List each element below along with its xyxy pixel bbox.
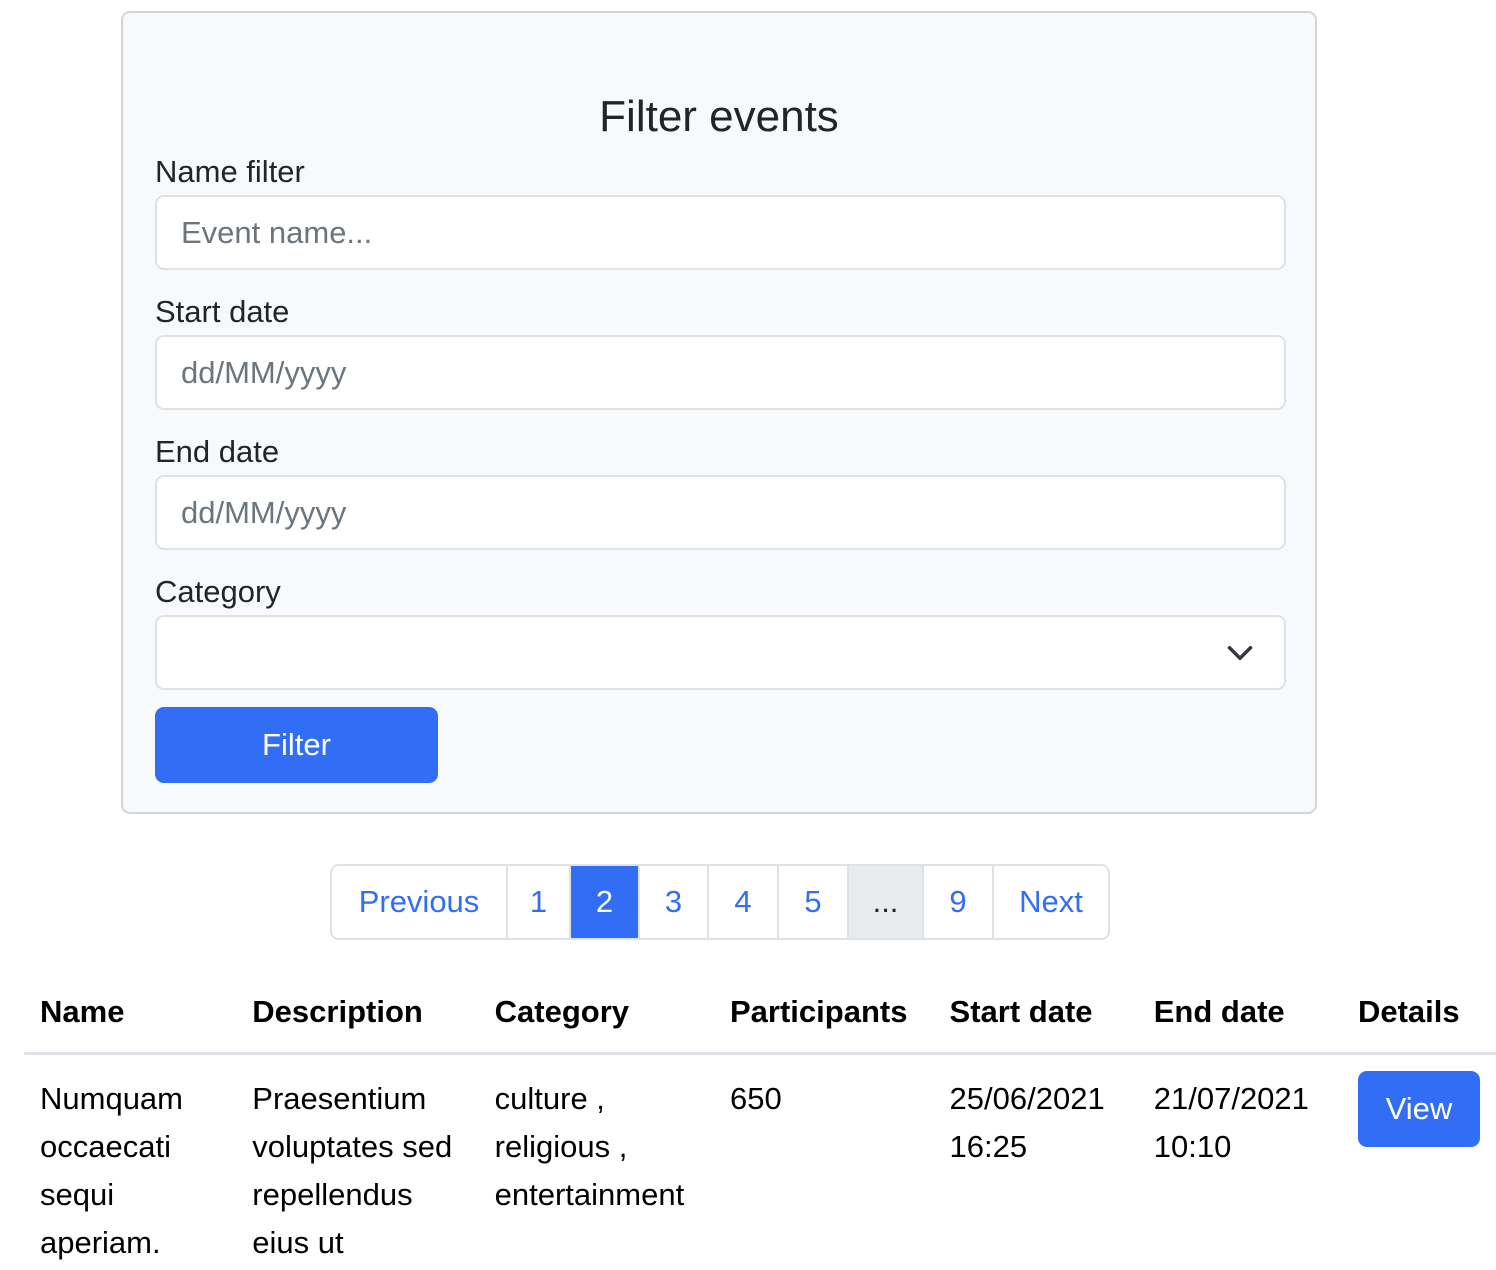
cell-details: View xyxy=(1342,1054,1496,1268)
filter-button[interactable]: Filter xyxy=(155,707,438,783)
cell-description: Praesentium voluptates sed repellendus e… xyxy=(236,1054,478,1268)
pagination-previous[interactable]: Previous xyxy=(332,866,508,938)
pagination-page-4[interactable]: 4 xyxy=(709,866,779,938)
pagination-page-1[interactable]: 1 xyxy=(508,866,571,938)
cell-line: voluptates sed xyxy=(252,1129,453,1164)
header-participants: Participants xyxy=(714,980,934,1055)
pagination-page-3[interactable]: 3 xyxy=(640,866,709,938)
cell-line: sequi xyxy=(40,1177,115,1212)
table-header-row: Name Description Category Participants S… xyxy=(24,980,1496,1055)
category-label: Category xyxy=(155,574,281,609)
header-name: Name xyxy=(24,980,237,1055)
pagination-page-9[interactable]: 9 xyxy=(924,866,994,938)
pagination: Previous 1 2 3 4 5 ... 9 Next xyxy=(330,864,1110,940)
events-table: Name Description Category Participants S… xyxy=(24,980,1496,1267)
name-filter-input[interactable] xyxy=(155,195,1286,270)
end-date-input[interactable] xyxy=(155,475,1286,550)
cell-end-date: 21/07/2021 10:10 xyxy=(1138,1054,1342,1268)
pagination-page-2-active[interactable]: 2 xyxy=(571,866,640,938)
cell-line: religious , xyxy=(494,1129,628,1164)
cell-line: repellendus xyxy=(252,1177,413,1212)
cell-line: eius ut xyxy=(252,1225,344,1260)
cell-line: 25/06/2021 xyxy=(949,1081,1105,1116)
filter-title: Filter events xyxy=(599,92,839,141)
cell-name: Numquam occaecati sequi aperiam. xyxy=(24,1054,236,1268)
cell-line: Numquam xyxy=(40,1081,183,1116)
cell-line: aperiam. xyxy=(40,1225,161,1260)
header-details: Details xyxy=(1341,980,1496,1055)
end-date-label: End date xyxy=(155,434,280,469)
events-page: Filter events Name filter Start date End… xyxy=(0,0,1496,1270)
pagination-page-5[interactable]: 5 xyxy=(779,866,849,938)
cell-participants: 650 xyxy=(730,1081,782,1116)
header-category: Category xyxy=(478,980,714,1055)
filter-card: Filter events Name filter Start date End… xyxy=(121,11,1317,814)
cell-line: Praesentium xyxy=(252,1081,427,1116)
cell-category: culture , religious , entertainment xyxy=(479,1054,714,1268)
start-date-input[interactable] xyxy=(155,335,1286,410)
view-button[interactable]: View xyxy=(1357,1071,1480,1147)
cell-start-date: 25/06/2021 16:25 xyxy=(934,1054,1138,1268)
chevron-down-icon xyxy=(1227,646,1253,660)
header-end-date: End date xyxy=(1137,980,1342,1055)
header-start-date: Start date xyxy=(933,980,1138,1055)
category-select[interactable] xyxy=(155,615,1286,690)
start-date-label: Start date xyxy=(155,294,290,329)
header-description: Description xyxy=(236,980,479,1055)
pagination-next[interactable]: Next xyxy=(994,866,1108,938)
pagination-ellipsis: ... xyxy=(849,866,924,938)
cell-line: 21/07/2021 xyxy=(1153,1081,1309,1116)
cell-line: occaecati xyxy=(40,1129,171,1164)
cell-line: 16:25 xyxy=(949,1129,1028,1164)
cell-line: 10:10 xyxy=(1153,1129,1232,1164)
table-row: Numquam occaecati sequi aperiam. Praesen… xyxy=(24,1054,1496,1268)
cell-line: culture , xyxy=(494,1081,605,1116)
cell-line: entertainment xyxy=(494,1177,685,1212)
name-filter-label: Name filter xyxy=(155,154,305,189)
